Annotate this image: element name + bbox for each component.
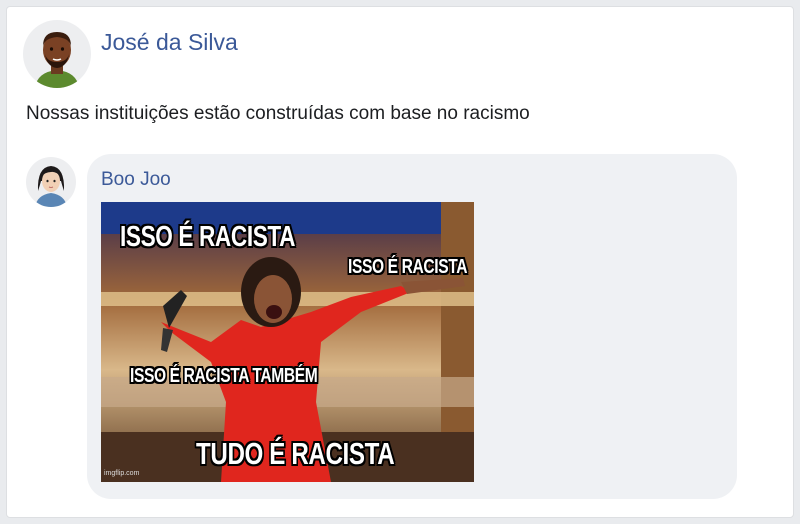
post-card: José da Silva Nossas instituições estão …: [6, 6, 794, 518]
post-author-name[interactable]: José da Silva: [101, 29, 238, 56]
woman-avatar-icon: [35, 166, 67, 207]
avatar[interactable]: [23, 20, 91, 88]
meme-watermark: imgflip.com: [104, 470, 140, 477]
man-avatar-icon: [35, 32, 79, 88]
meme-caption: ISSO É RACISTA TAMBÉM: [130, 365, 318, 387]
comment-avatar[interactable]: [26, 157, 76, 207]
comment-bubble: Boo Joo ISSO É RACISTA ISSO É RACISTA IS…: [87, 154, 737, 499]
meme-caption: ISSO É RACISTA: [348, 256, 468, 278]
meme-caption: TUDO É RACISTA: [196, 436, 395, 471]
meme-caption: ISSO É RACISTA: [120, 221, 296, 253]
post-text: Nossas instituições estão construídas co…: [26, 103, 530, 124]
meme-image[interactable]: ISSO É RACISTA ISSO É RACISTA ISSO É RAC…: [101, 202, 474, 482]
comment-author-name[interactable]: Boo Joo: [101, 169, 171, 191]
